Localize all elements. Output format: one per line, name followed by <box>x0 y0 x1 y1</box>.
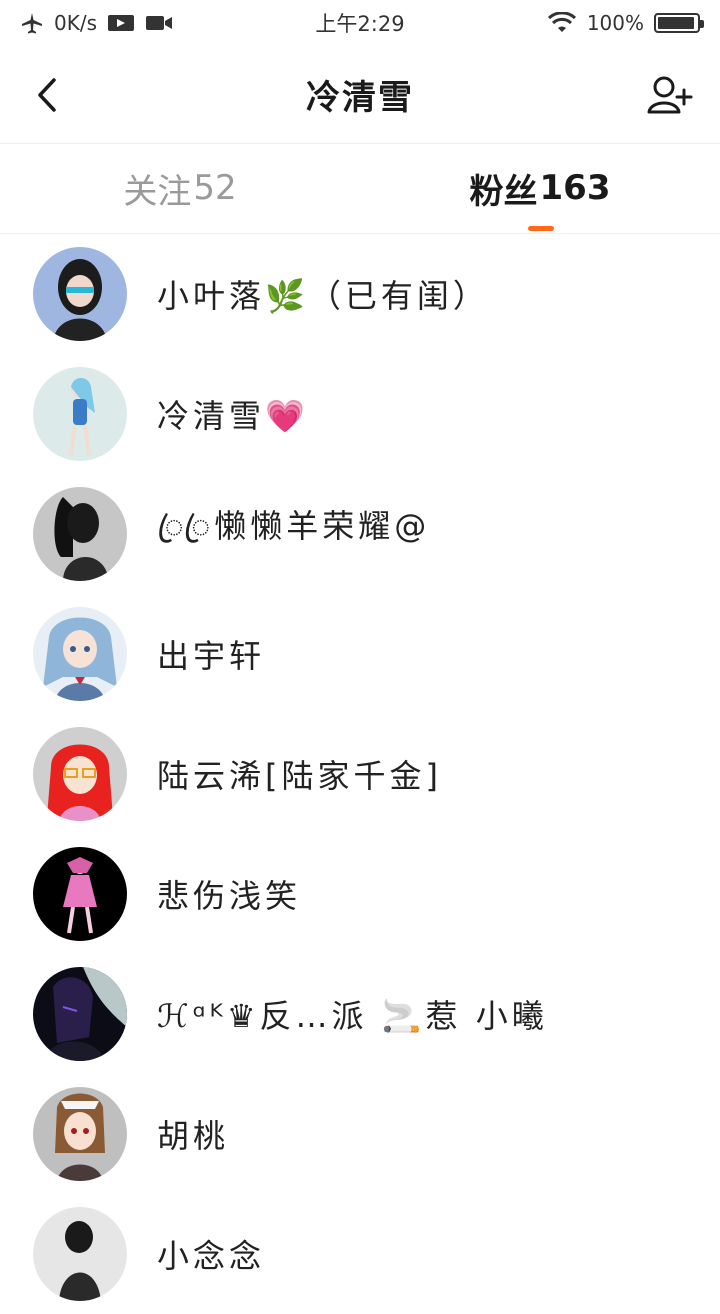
tab-following-count: 52 <box>193 168 237 208</box>
list-item[interactable]: ꦿꦿ懒懒羊荣耀@ <box>0 474 720 594</box>
status-bar: 0K/s 上午2:29 100% <box>0 0 720 46</box>
follower-name: 出宇轩 <box>157 637 266 675</box>
list-item[interactable]: 小念念 <box>0 1194 720 1314</box>
follower-name: 悲伤浅笑 <box>157 877 302 915</box>
active-tab-indicator <box>528 226 554 231</box>
follower-list: 小叶落🌿（已有闺） 冷清雪💗 ꦿꦿ懒懒羊荣耀@ 出宇轩 陆云浠[陆家千金] 悲伤… <box>0 234 720 1314</box>
tab-followers-label: 粉丝 <box>469 171 538 212</box>
list-item[interactable]: 冷清雪💗 <box>0 354 720 474</box>
battery-icon <box>654 13 704 33</box>
tab-following[interactable]: 关注 52 <box>0 144 360 232</box>
follower-name: 小念念 <box>157 1237 266 1275</box>
list-item[interactable]: 陆云浠[陆家千金] <box>0 714 720 834</box>
avatar <box>33 607 127 701</box>
tab-bar: 关注 52 粉丝 163 <box>0 144 720 234</box>
list-item[interactable]: 胡桃 <box>0 1074 720 1194</box>
list-item[interactable]: 小叶落🌿（已有闺） <box>0 234 720 354</box>
tab-followers[interactable]: 粉丝 163 <box>360 144 720 232</box>
follower-name: 冷清雪💗 <box>157 397 309 435</box>
avatar <box>33 727 127 821</box>
avatar <box>33 247 127 341</box>
clock: 上午2:29 <box>315 12 405 36</box>
avatar <box>33 967 127 1061</box>
follower-name: ℋᵅᴷ♛反…派 🚬惹 小曦 <box>157 997 548 1035</box>
avatar <box>33 487 127 581</box>
tab-following-label: 关注 <box>123 171 192 212</box>
back-chevron-icon[interactable] <box>30 72 70 118</box>
follower-name: ꦿꦿ懒懒羊荣耀@ <box>157 507 431 545</box>
tab-followers-count: 163 <box>539 168 611 208</box>
navigation-bar: 冷清雪 <box>0 46 720 144</box>
page-title: 冷清雪 <box>306 78 414 118</box>
avatar <box>33 1207 127 1301</box>
avatar <box>33 1087 127 1181</box>
list-item[interactable]: 出宇轩 <box>0 594 720 714</box>
avatar <box>33 367 127 461</box>
follower-name: 小叶落🌿（已有闺） <box>157 277 489 315</box>
list-item[interactable]: 悲伤浅笑 <box>0 834 720 954</box>
follower-name: 胡桃 <box>157 1117 230 1155</box>
list-item[interactable]: ℋᵅᴷ♛反…派 🚬惹 小曦 <box>0 954 720 1074</box>
avatar <box>33 847 127 941</box>
follower-name: 陆云浠[陆家千金] <box>157 757 442 795</box>
add-user-icon[interactable] <box>646 72 694 120</box>
